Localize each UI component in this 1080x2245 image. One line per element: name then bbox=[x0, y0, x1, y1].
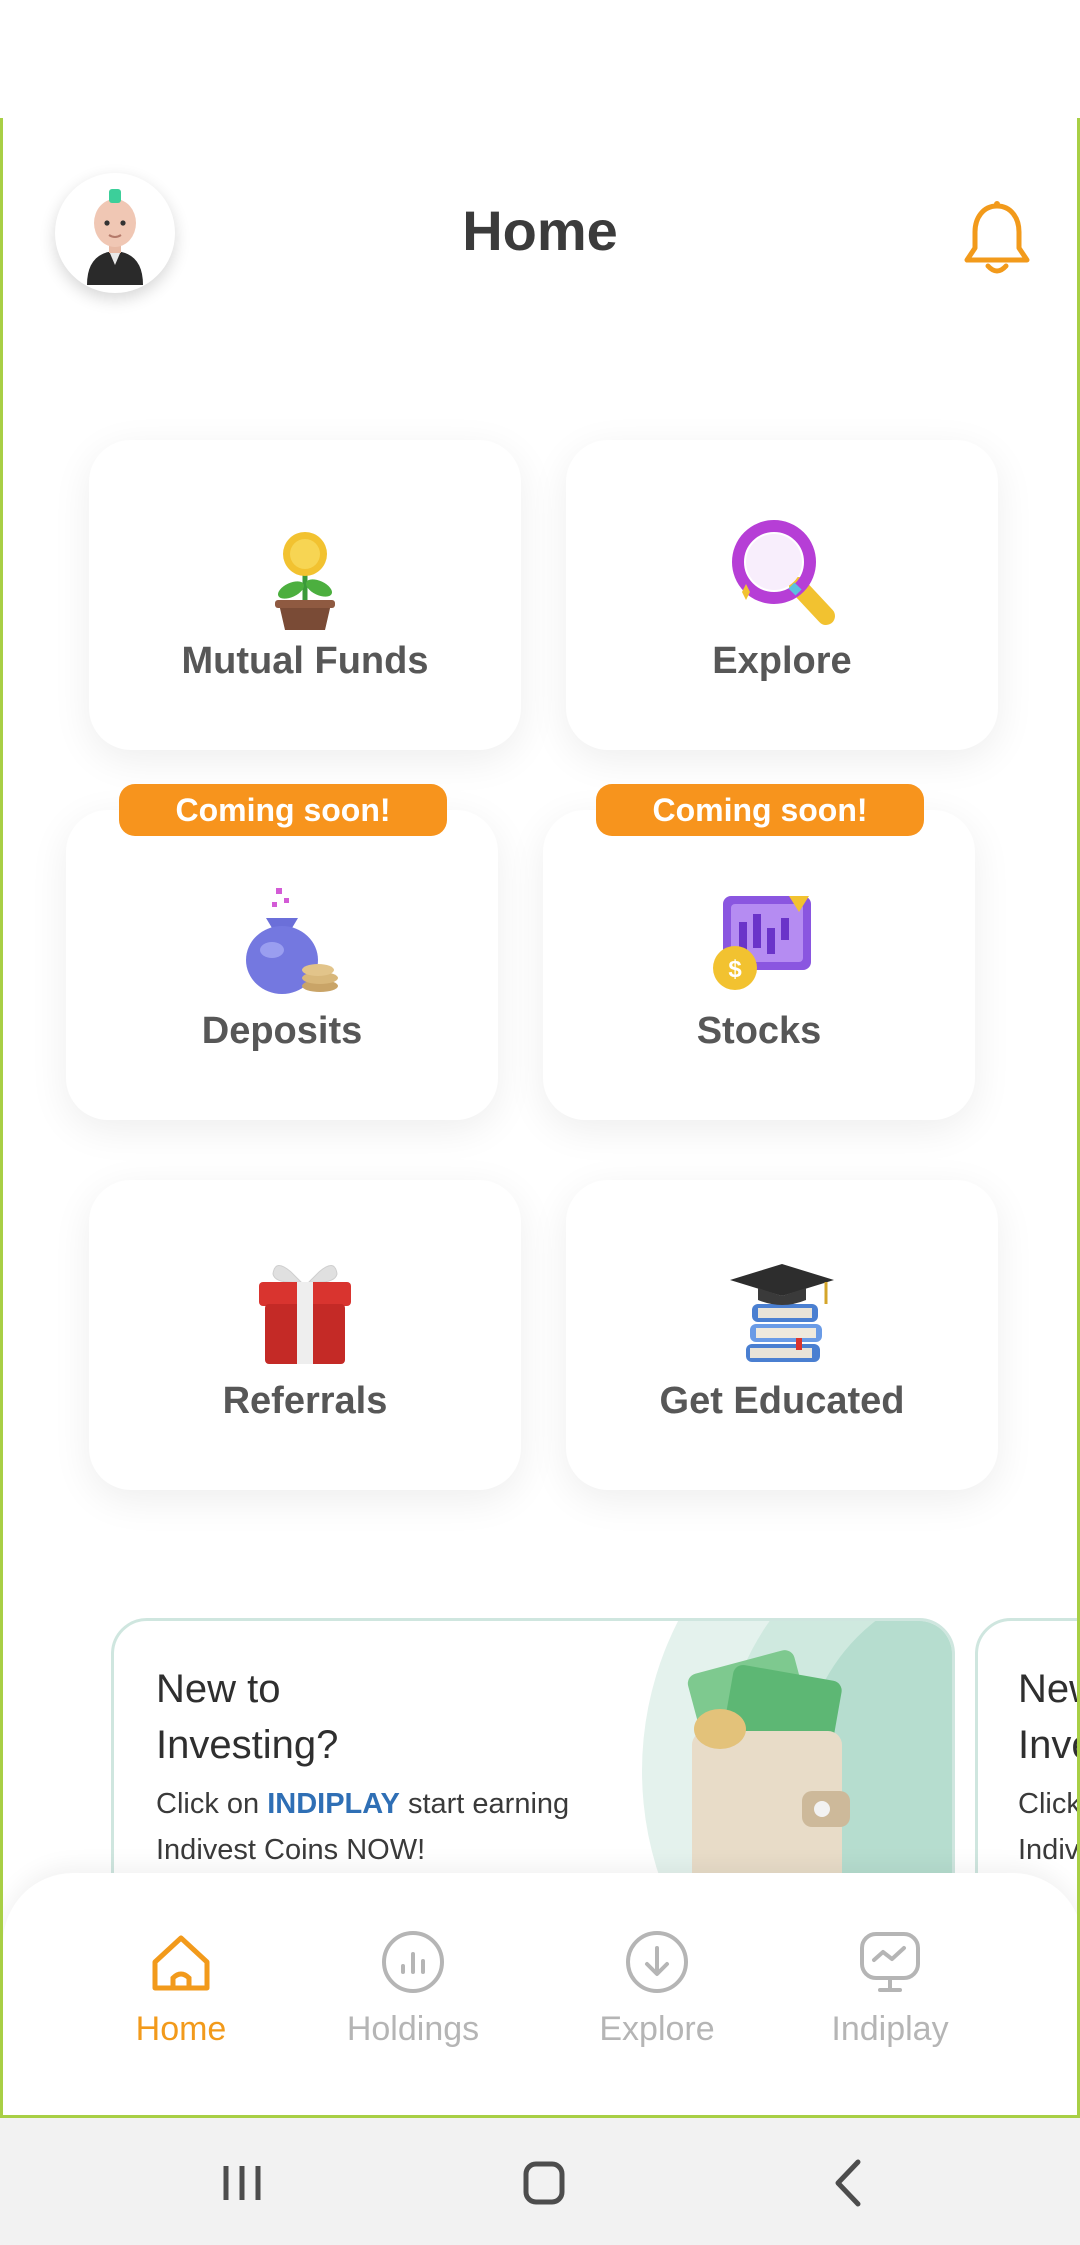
page-title: Home bbox=[462, 199, 618, 262]
tile-stocks[interactable]: $ Stocks bbox=[543, 810, 975, 1120]
tile-label: Mutual Funds bbox=[181, 640, 429, 682]
status-bar bbox=[0, 0, 1080, 118]
system-nav-bar bbox=[0, 2118, 1080, 2245]
tile-label: Referrals bbox=[222, 1380, 388, 1422]
tile-deposits[interactable]: Deposits bbox=[66, 810, 498, 1120]
tab-explore[interactable]: Explore bbox=[557, 1928, 757, 2078]
tile-referrals[interactable]: Referrals bbox=[89, 1180, 521, 1490]
tab-holdings[interactable]: Holdings bbox=[313, 1928, 513, 2078]
coming-soon-badge: Coming soon! bbox=[119, 784, 447, 836]
gift-icon bbox=[259, 1265, 351, 1364]
home-nav-icon[interactable] bbox=[504, 2148, 584, 2218]
indiplay-link[interactable]: INDIPLAY bbox=[267, 1788, 400, 1820]
books-cap-icon bbox=[730, 1264, 834, 1362]
home-icon bbox=[152, 1935, 210, 1991]
svg-text:$: $ bbox=[728, 956, 742, 983]
banner-text: Click cIndive bbox=[1018, 1788, 1080, 1866]
banner-text: Click on INDIPLAY start earning Indivest… bbox=[156, 1788, 570, 1866]
holdings-icon bbox=[382, 1931, 444, 1993]
back-icon[interactable] bbox=[808, 2148, 888, 2218]
tile-explore[interactable]: Explore bbox=[566, 440, 998, 750]
tab-indiplay[interactable]: Indiplay bbox=[790, 1928, 990, 2078]
tab-home[interactable]: Home bbox=[81, 1928, 281, 2078]
tile-label: Get Educated bbox=[659, 1380, 905, 1422]
tile-mutual-funds[interactable]: Mutual Funds bbox=[89, 440, 521, 750]
magnifier-icon bbox=[732, 520, 835, 625]
tab-label: Explore bbox=[599, 2010, 715, 2048]
banner-title: New to Investing? bbox=[156, 1667, 339, 1767]
tab-label: Holdings bbox=[346, 2010, 480, 2048]
coming-soon-badge: Coming soon! bbox=[596, 784, 924, 836]
app-screen: Home Mutual Funds Explore Deposits Comin… bbox=[0, 118, 1080, 2118]
tile-label: Stocks bbox=[696, 1010, 822, 1052]
tab-label: Indiplay bbox=[831, 2010, 949, 2048]
header: Home bbox=[3, 118, 1077, 348]
tile-label: Deposits bbox=[201, 1010, 363, 1052]
tile-label: Explore bbox=[712, 640, 852, 682]
explore-icon bbox=[626, 1931, 688, 1993]
tab-label: Home bbox=[135, 2010, 227, 2048]
banner-title: NewInve bbox=[1018, 1667, 1077, 1767]
money-bag-icon bbox=[246, 888, 338, 994]
plant-coin-icon bbox=[275, 532, 335, 630]
bottom-tab-bar: Home Holdings Explore Indiplay bbox=[3, 1873, 1077, 2115]
tile-get-educated[interactable]: Get Educated bbox=[566, 1180, 998, 1490]
stock-chart-icon: $ bbox=[713, 896, 811, 990]
notification-bell-icon[interactable] bbox=[961, 198, 1033, 278]
indiplay-icon bbox=[860, 1932, 920, 1992]
recent-apps-icon[interactable] bbox=[202, 2148, 282, 2218]
